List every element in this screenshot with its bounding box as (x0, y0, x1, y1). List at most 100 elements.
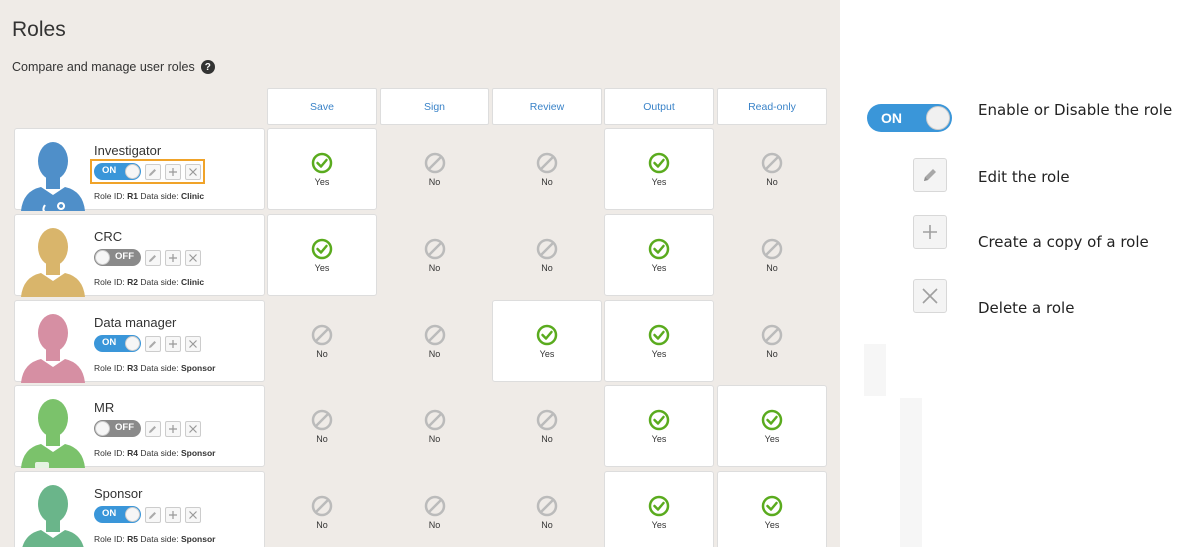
permission-status: Yes (651, 519, 667, 530)
role-toggle[interactable]: ON (94, 163, 141, 180)
legend-toggle-label: ON (881, 110, 902, 126)
role-meta: Role ID: R2 Data side: Clinic (94, 277, 204, 287)
permission-cell-read-only[interactable]: Yes (717, 385, 827, 467)
role-card: CRC OFF Role ID: R2 Data side: Clinic (14, 214, 265, 297)
permission-cell-sign[interactable]: No (380, 471, 489, 547)
toggle-knob (95, 250, 110, 265)
permission-status: No (316, 433, 328, 444)
permission-cell-read-only[interactable]: No (717, 300, 827, 382)
edit-role-button[interactable] (145, 335, 161, 352)
permission-status: Yes (764, 519, 780, 530)
role-controls: ON (94, 506, 201, 523)
copy-role-button[interactable] (165, 249, 181, 266)
ban-icon (536, 495, 558, 517)
role-toggle[interactable]: OFF (94, 249, 141, 266)
data-side-label: Data side: (140, 277, 179, 287)
permission-cell-review[interactable]: No (492, 128, 602, 210)
permission-cell-review[interactable]: No (492, 214, 602, 296)
permission-status: No (428, 519, 441, 530)
permission-status: Yes (314, 262, 330, 273)
permission-cell-output[interactable]: Yes (604, 128, 714, 210)
plus-icon (169, 510, 177, 519)
delete-role-button[interactable] (185, 420, 201, 437)
role-toggle[interactable]: ON (94, 335, 141, 352)
question-circle-icon[interactable]: ? (200, 60, 215, 74)
plus-icon (169, 424, 177, 433)
ban-icon (424, 152, 446, 174)
ban-icon (761, 238, 783, 260)
data-side-label: Data side: (140, 534, 179, 544)
legend-copy-text: Create a copy of a role (978, 233, 1149, 251)
edit-role-button[interactable] (145, 506, 161, 523)
column-header-save: Save (267, 88, 377, 125)
close-icon (189, 424, 197, 433)
pencil-icon (149, 340, 156, 348)
permission-cell-review[interactable]: No (492, 471, 602, 547)
role-toggle[interactable]: ON (94, 506, 141, 523)
permission-status: Yes (651, 433, 667, 444)
permission-cell-output[interactable]: Yes (604, 385, 714, 467)
permission-cell-read-only[interactable]: No (717, 214, 827, 296)
delete-role-button[interactable] (185, 163, 201, 180)
delete-role-button[interactable] (185, 335, 201, 352)
permission-cell-output[interactable]: Yes (604, 300, 714, 382)
role-controls: ON (94, 335, 201, 352)
permission-cell-save[interactable]: Yes (267, 214, 377, 296)
permission-cell-sign[interactable]: No (380, 385, 489, 467)
permission-status: Yes (539, 348, 555, 359)
permission-cell-output[interactable]: Yes (604, 471, 714, 547)
permission-cell-save[interactable]: Yes (267, 128, 377, 210)
role-name: Data manager (94, 315, 177, 330)
delete-role-button[interactable] (185, 506, 201, 523)
edit-role-button[interactable] (145, 420, 161, 437)
ban-icon (761, 152, 783, 174)
role-meta: Role ID: R1 Data side: Clinic (94, 191, 204, 201)
permission-cell-read-only[interactable]: No (717, 128, 827, 210)
ban-icon (424, 324, 446, 346)
permission-cell-sign[interactable]: No (380, 128, 489, 210)
page-subtitle: Compare and manage user roles ? (12, 60, 215, 74)
permission-cell-sign[interactable]: No (380, 300, 489, 382)
edit-role-button[interactable] (145, 249, 161, 266)
permission-status: No (316, 519, 328, 530)
check-circle-icon (648, 495, 670, 517)
plus-icon (913, 215, 947, 249)
role-name: Investigator (94, 143, 162, 158)
check-circle-icon (648, 324, 670, 346)
permission-cell-output[interactable]: Yes (604, 214, 714, 296)
data-side-value: Clinic (181, 277, 205, 287)
toggle-knob (125, 336, 140, 351)
data-side-value: Sponsor (181, 448, 216, 458)
permission-cell-save[interactable]: No (267, 471, 377, 547)
page-title: Roles (12, 18, 66, 41)
copy-role-button[interactable] (165, 163, 181, 180)
plus-icon (169, 253, 177, 262)
permission-cell-review[interactable]: Yes (492, 300, 602, 382)
delete-role-button[interactable] (185, 249, 201, 266)
copy-role-button[interactable] (165, 420, 181, 437)
check-circle-icon (761, 409, 783, 431)
copy-role-button[interactable] (165, 506, 181, 523)
permission-cell-read-only[interactable]: Yes (717, 471, 827, 547)
role-controls: ON (90, 159, 205, 184)
permission-status: No (428, 348, 441, 359)
avatar (17, 482, 89, 547)
check-circle-icon (311, 152, 333, 174)
permission-status: No (541, 176, 553, 187)
role-id-label: Role ID: (94, 191, 125, 201)
permission-cell-save[interactable]: No (267, 385, 377, 467)
role-id-value: R1 (127, 191, 138, 201)
role-meta: Role ID: R3 Data side: Sponsor (94, 363, 215, 373)
edit-role-button[interactable] (145, 163, 161, 180)
permission-status: Yes (651, 176, 667, 187)
permission-cell-review[interactable]: No (492, 385, 602, 467)
permission-status: Yes (651, 262, 667, 273)
permission-cell-sign[interactable]: No (380, 214, 489, 296)
check-circle-icon (311, 238, 333, 260)
data-side-value: Sponsor (181, 363, 216, 373)
permission-cell-save[interactable]: No (267, 300, 377, 382)
check-circle-icon (761, 495, 783, 517)
column-header-output: Output (604, 88, 714, 125)
copy-role-button[interactable] (165, 335, 181, 352)
role-toggle[interactable]: OFF (94, 420, 141, 437)
